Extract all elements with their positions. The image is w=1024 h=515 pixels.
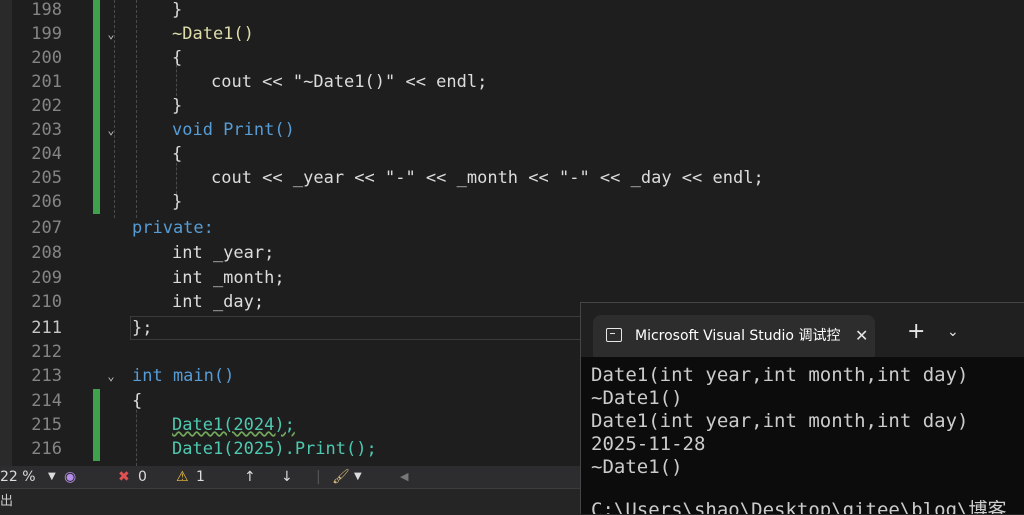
zoom-level[interactable]: 22 % [0, 466, 36, 488]
console-output-line: Date1(int year,int month,int day) [591, 410, 969, 432]
chevron-down-icon[interactable]: ⌄ [103, 368, 119, 384]
code-text: cout << "~Date1()" << endl; [211, 72, 488, 92]
code-text: int _day; [172, 292, 265, 312]
console-output-line: ~Date1() [591, 456, 683, 478]
code-line[interactable]: 205 cout << _year << "-" << _month << "-… [0, 166, 1024, 190]
code-text: int _month; [172, 268, 285, 288]
line-number: 201 [31, 72, 62, 92]
modified-marker [93, 190, 100, 214]
chevron-down-icon[interactable]: ⌄ [947, 317, 959, 347]
arrow-up-icon[interactable]: ↑ [244, 466, 256, 488]
modified-marker [93, 94, 100, 118]
warning-icon[interactable]: ⚠ [176, 466, 189, 488]
code-line[interactable]: 201 cout << "~Date1()" << endl; [0, 70, 1024, 94]
line-number: 214 [31, 391, 62, 411]
error-count[interactable]: 0 [138, 466, 147, 488]
line-number: 204 [31, 144, 62, 164]
code-line[interactable]: 207 private: [0, 216, 1024, 240]
console-output-line: ~Date1() [591, 387, 683, 409]
modified-marker [93, 389, 100, 413]
arrow-down-icon[interactable]: ↓ [281, 466, 293, 488]
line-number: 215 [31, 415, 62, 435]
modified-marker [93, 142, 100, 166]
code-text: } [172, 96, 183, 116]
console-output-line: C:\Users\shao\Desktop\gitee\blog\博客 [591, 499, 1007, 514]
debug-console-window[interactable]: Microsoft Visual Studio 调试控 ✕ + ⌄ Date1(… [580, 302, 1024, 514]
code-text: Date1(2025).Print(); [172, 439, 377, 459]
code-line[interactable]: 209 int _month; [0, 266, 1024, 290]
code-text: { [172, 48, 183, 68]
code-line[interactable]: 208 int _year; [0, 241, 1024, 265]
modified-marker [93, 22, 100, 46]
line-number: 211 [31, 318, 62, 338]
code-text: int main() [132, 366, 235, 386]
line-number: 207 [31, 218, 62, 238]
line-number: 200 [31, 48, 62, 68]
line-number: 209 [31, 268, 62, 288]
chevron-down-icon[interactable]: ▼ [48, 466, 56, 488]
line-number: 206 [31, 192, 62, 212]
warning-count[interactable]: 1 [196, 466, 205, 488]
line-number: 216 [31, 439, 62, 459]
chevron-down-icon[interactable]: ⌄ [103, 122, 119, 138]
new-tab-button[interactable]: + [907, 317, 925, 347]
cleanup-brush-icon[interactable]: 🖌 [332, 466, 350, 488]
separator: | [316, 469, 321, 485]
code-text: { [132, 391, 143, 411]
line-number: 202 [31, 96, 62, 116]
code-text: }; [132, 318, 153, 338]
code-line[interactable]: 199 ⌄ ~Date1() [0, 22, 1024, 46]
copilot-icon[interactable]: ◉ [64, 466, 76, 488]
code-text: } [172, 192, 183, 212]
scroll-left-icon[interactable]: ◀ [400, 466, 408, 488]
console-icon [606, 328, 622, 342]
code-line[interactable]: 200 { [0, 46, 1024, 70]
code-line[interactable]: 203 ⌄ void Print() [0, 118, 1024, 142]
code-line[interactable]: 206 } [0, 190, 1024, 214]
code-text: Date1(2024); [172, 415, 295, 435]
line-number: 208 [31, 243, 62, 263]
terminal-tab-bar: Microsoft Visual Studio 调试控 ✕ + ⌄ [581, 303, 1024, 357]
modified-marker [93, 437, 100, 461]
chevron-down-icon[interactable]: ⌄ [103, 26, 119, 42]
output-panel-label[interactable]: 出 [0, 489, 13, 515]
code-text: cout << _year << "-" << _month << "-" <<… [211, 168, 764, 188]
modified-marker [93, 46, 100, 70]
modified-marker [93, 413, 100, 437]
line-number: 213 [31, 366, 62, 386]
modified-marker [93, 166, 100, 190]
code-text: { [172, 144, 183, 164]
code-text: ~Date1() [172, 24, 254, 44]
line-number: 199 [31, 24, 62, 44]
code-line[interactable]: 198 } [0, 0, 1024, 22]
code-text: private: [132, 218, 214, 238]
line-number: 210 [31, 292, 62, 312]
close-icon[interactable]: ✕ [855, 315, 868, 357]
terminal-tab-title: Microsoft Visual Studio 调试控 [635, 328, 841, 344]
modified-marker [93, 0, 100, 22]
line-number: 203 [31, 120, 62, 140]
error-icon[interactable]: ✖ [118, 466, 130, 488]
modified-marker [93, 118, 100, 142]
modified-marker [93, 70, 100, 94]
terminal-tab[interactable]: Microsoft Visual Studio 调试控 ✕ [593, 315, 875, 357]
line-number: 212 [31, 342, 62, 362]
code-text: } [172, 0, 183, 20]
line-number: 198 [31, 0, 62, 20]
chevron-down-icon[interactable]: ▼ [354, 466, 362, 488]
console-output-line: Date1(int year,int month,int day) [591, 364, 969, 386]
line-number: 205 [31, 168, 62, 188]
code-line[interactable]: 204 { [0, 142, 1024, 166]
console-output-line: 2025-11-28 [591, 433, 706, 455]
code-text: int _year; [172, 243, 275, 263]
code-text: void Print() [172, 120, 295, 140]
code-line[interactable]: 202 } [0, 94, 1024, 118]
